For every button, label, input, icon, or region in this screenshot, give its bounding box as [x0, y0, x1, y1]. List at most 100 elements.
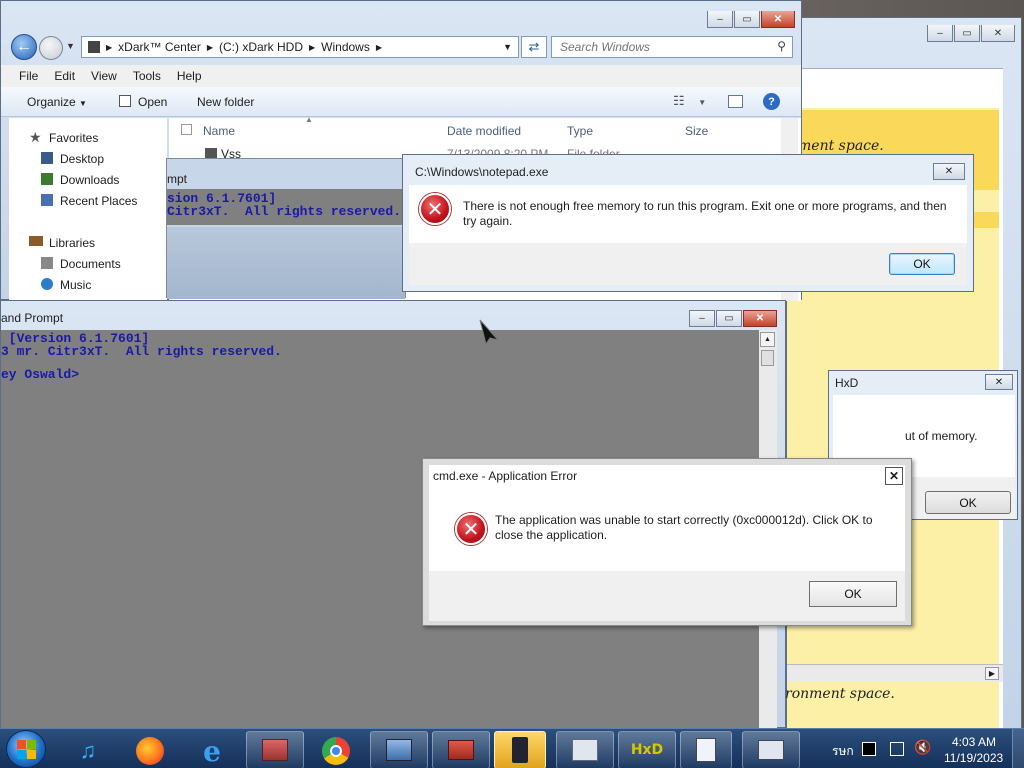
firefox-icon[interactable]	[128, 733, 172, 768]
minimize-button[interactable]: –	[689, 310, 715, 327]
select-all-checkbox[interactable]	[181, 124, 192, 135]
recent-pages-dropdown[interactable]: ▼	[66, 41, 75, 51]
breadcrumb-item[interactable]: xDark™ Center	[118, 40, 201, 54]
action-center-icon[interactable]	[862, 742, 876, 756]
menu-tools[interactable]: Tools	[133, 69, 161, 83]
taskbar-app-notepad[interactable]	[680, 731, 732, 768]
music-app-icon[interactable]: ♫	[66, 733, 110, 768]
breadcrumb-separator: ▶	[106, 42, 113, 52]
maximize-button[interactable]: ▭	[716, 310, 742, 327]
mouse-cursor-icon	[479, 319, 500, 346]
search-input[interactable]	[552, 37, 762, 57]
scroll-up-arrow[interactable]: ▲	[760, 332, 775, 347]
window-title: mpt	[167, 172, 188, 186]
taskbar-app-window[interactable]	[742, 731, 800, 768]
chevron-down-icon: ▼	[79, 99, 87, 108]
organize-label: Organize	[27, 95, 76, 109]
nav-item-downloads[interactable]: Downloads	[60, 173, 119, 187]
breadcrumb-separator: ▶	[375, 42, 382, 52]
windows-logo-icon	[16, 739, 36, 759]
taskbar-app-hxd[interactable]: HxD	[618, 731, 676, 768]
window-title: and Prompt	[1, 311, 64, 325]
minimize-button[interactable]: –	[927, 25, 953, 42]
forward-button[interactable]	[39, 36, 63, 60]
breadcrumb-item[interactable]: Windows	[321, 40, 370, 54]
address-dropdown-icon[interactable]: ▼	[503, 42, 512, 52]
dialog-title: C:\Windows\notepad.exe	[415, 165, 549, 179]
menu-file[interactable]: File	[19, 69, 38, 83]
error-message: ut of memory.	[905, 429, 978, 443]
favorites-heading[interactable]: Favorites	[49, 131, 98, 145]
new-folder-button[interactable]: New folder	[197, 95, 254, 109]
chrome-icon[interactable]	[314, 733, 358, 768]
close-button[interactable]: ✕	[743, 310, 777, 327]
toolbox-icon	[262, 739, 288, 761]
address-bar[interactable]: ▶ xDark™ Center ▶ (C:) xDark HDD ▶ Windo…	[81, 36, 519, 58]
column-header-type[interactable]: Type	[567, 124, 593, 138]
navigation-pane: ★ Favorites Desktop Downloads Recent Pla…	[9, 118, 167, 300]
ok-button[interactable]: OK	[889, 253, 955, 275]
horizontal-scrollbar[interactable]: ▶	[787, 664, 1003, 682]
view-options-icon[interactable]: ☷ ▼	[673, 93, 706, 109]
close-button[interactable]: ✕	[885, 467, 903, 485]
nav-item-documents[interactable]: Documents	[60, 257, 121, 271]
menu-help[interactable]: Help	[177, 69, 202, 83]
menu-view[interactable]: View	[91, 69, 117, 83]
cmd-error-dialog[interactable]: cmd.exe - Application Error ✕ ✕ The appl…	[422, 458, 912, 626]
internet-explorer-icon[interactable]: e	[190, 733, 234, 768]
libraries-heading[interactable]: Libraries	[49, 236, 95, 250]
preview-pane-icon[interactable]	[728, 95, 743, 108]
close-button[interactable]: ✕	[933, 163, 965, 180]
open-button[interactable]: Open	[138, 95, 167, 109]
clock-date[interactable]: 11/19/2023	[944, 751, 1003, 765]
console-prompt[interactable]: ey Oswald>	[1, 367, 79, 382]
sort-arrow-icon: ▲	[305, 115, 313, 124]
favorites-star-icon: ★	[29, 129, 42, 145]
search-box[interactable]: ⚲	[551, 36, 793, 58]
taskbar-app-cmd[interactable]	[556, 731, 614, 768]
console-line: 3 mr. Citr3xT. All rights reserved.	[1, 344, 282, 359]
music-icon	[41, 278, 53, 290]
notepad-text-bottom: ronment space.	[785, 686, 895, 702]
close-button[interactable]: ✕	[985, 374, 1013, 390]
column-header-size[interactable]: Size	[685, 124, 708, 138]
close-button[interactable]: ✕	[761, 11, 795, 28]
notepad-error-dialog[interactable]: C:\Windows\notepad.exe ✕ ✕ There is not …	[402, 154, 974, 292]
card-reader-icon	[512, 737, 528, 763]
breadcrumb-item[interactable]: (C:) xDark HDD	[219, 40, 303, 54]
back-button[interactable]: ←	[11, 34, 37, 60]
taskbar-app-payment[interactable]	[494, 731, 546, 768]
maximize-button[interactable]: ▭	[734, 11, 760, 28]
column-header-name[interactable]: Name	[203, 124, 235, 138]
organize-button[interactable]: Organize ▼	[27, 95, 87, 109]
network-icon[interactable]	[890, 742, 904, 756]
refresh-button[interactable]: ⇄	[521, 36, 547, 58]
libraries-icon	[29, 236, 43, 246]
maximize-button[interactable]: ▭	[954, 25, 980, 42]
help-icon[interactable]: ?	[763, 93, 780, 110]
language-indicator[interactable]: รษก	[832, 742, 854, 761]
ok-button[interactable]: OK	[925, 491, 1011, 514]
menu-edit[interactable]: Edit	[54, 69, 75, 83]
close-button[interactable]: ✕	[981, 25, 1015, 42]
scroll-thumb[interactable]	[761, 350, 774, 366]
nav-item-desktop[interactable]: Desktop	[60, 152, 104, 166]
dialog-title: cmd.exe - Application Error	[433, 469, 578, 483]
volume-muted-icon[interactable]: 🔇	[914, 739, 931, 756]
taskbar-app-explorer[interactable]	[370, 731, 428, 768]
minimize-button[interactable]: –	[707, 11, 733, 28]
nav-item-music[interactable]: Music	[60, 278, 91, 292]
dialog-body: ✕ The application was unable to start co…	[429, 487, 905, 571]
column-header-date[interactable]: Date modified	[447, 124, 521, 138]
computer-icon	[88, 41, 100, 53]
clock-time[interactable]: 4:03 AM	[952, 735, 996, 749]
search-icon[interactable]: ⚲	[777, 39, 786, 53]
taskbar-app-toolbox[interactable]	[246, 731, 304, 768]
show-desktop-button[interactable]	[1012, 729, 1024, 768]
taskbar-app-toolkit[interactable]	[432, 731, 490, 768]
background-cmd-window[interactable]: mpt sion 6.1.7601] Citr3xT. All rights r…	[166, 158, 406, 299]
nav-item-recent-places[interactable]: Recent Places	[60, 194, 137, 208]
start-button[interactable]	[6, 730, 46, 768]
scroll-right-arrow[interactable]: ▶	[985, 667, 999, 680]
ok-button[interactable]: OK	[809, 581, 897, 607]
